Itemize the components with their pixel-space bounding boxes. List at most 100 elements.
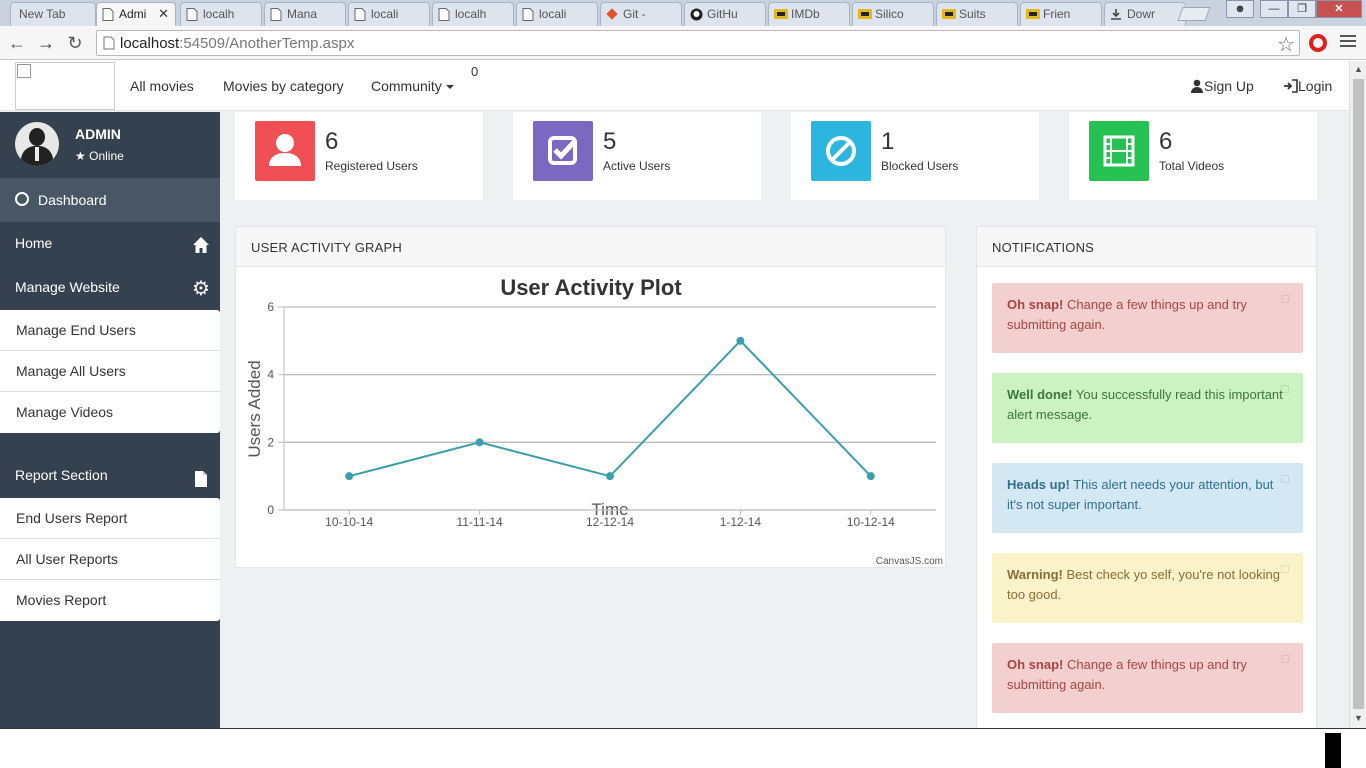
scroll-up-icon[interactable]: ▲ xyxy=(1350,64,1366,74)
sidebar-item-home[interactable]: Home xyxy=(0,222,220,266)
browser-tabstrip: New Tab Admi ✕ localh Mana locali localh locali… xyxy=(0,0,1366,26)
imdb-icon xyxy=(858,8,872,21)
imdb-icon xyxy=(942,8,956,21)
close-window-icon[interactable]: ✕ xyxy=(1316,0,1362,18)
browser-tab[interactable]: GitHu xyxy=(684,2,766,26)
dismiss-icon[interactable] xyxy=(1281,565,1289,573)
sidebar-item-dashboard[interactable]: Dashboard xyxy=(0,178,220,222)
address-bar[interactable]: localhost:54509/AnotherTemp.aspx ☆ xyxy=(96,30,1300,56)
opera-extension-icon[interactable] xyxy=(1309,34,1327,52)
imdb-icon xyxy=(1026,8,1040,21)
page-scrollbar[interactable]: ▲ ▼ xyxy=(1349,61,1366,728)
chart-x-tick-label: 10-12-14 xyxy=(847,515,895,529)
back-icon[interactable]: ← xyxy=(6,32,28,54)
browser-tab[interactable]: localh xyxy=(180,2,262,26)
browser-tab[interactable]: IMDb xyxy=(768,2,850,26)
tab-title: localh xyxy=(455,7,487,21)
stat-card-active-users[interactable]: 5 Active Users xyxy=(513,112,761,200)
nav-login[interactable]: Login xyxy=(1283,78,1332,94)
sidebar-item-report-section[interactable]: Report Section xyxy=(0,454,220,498)
stat-card-total-videos[interactable]: 6 Total Videos xyxy=(1069,112,1317,200)
browser-tab[interactable]: Mana xyxy=(264,2,346,26)
tab-title: GitHu xyxy=(707,7,738,21)
alert-title: Oh snap! xyxy=(1007,657,1064,672)
reload-icon[interactable]: ↻ xyxy=(64,32,86,54)
scrollbar-thumb[interactable] xyxy=(1353,79,1364,709)
alert-title: Oh snap! xyxy=(1007,297,1064,312)
page-icon xyxy=(270,8,282,21)
browser-tab[interactable]: Admi ✕ xyxy=(96,2,176,26)
sidebar-item-manage-website[interactable]: Manage Website ⚙ xyxy=(0,266,220,310)
bottom-strip xyxy=(0,728,1366,768)
caret-down-icon xyxy=(445,85,454,90)
sign-up-label: Sign Up xyxy=(1204,78,1254,94)
user-activity-panel: USER ACTIVITY GRAPH User Activity Plot T… xyxy=(235,226,946,568)
github-icon xyxy=(690,8,703,21)
nav-community-dropdown[interactable]: Community xyxy=(371,78,454,94)
user-profile: ADMIN ★ Online xyxy=(0,112,220,178)
nav-sign-up[interactable]: Sign Up xyxy=(1190,78,1254,94)
status-label: Online xyxy=(89,149,124,163)
user-icon xyxy=(269,134,301,166)
chart-data-point xyxy=(736,336,745,345)
tab-title: Admi xyxy=(119,7,147,21)
sidebar-item-movies-report[interactable]: Movies Report xyxy=(0,580,220,621)
film-icon xyxy=(1103,135,1135,167)
user-icon xyxy=(1191,79,1203,93)
chart-x-tick-label: 12-12-14 xyxy=(586,515,634,529)
chart-y-tick-label: 4 xyxy=(267,368,274,382)
site-logo[interactable] xyxy=(15,62,115,110)
new-tab-button[interactable] xyxy=(1177,7,1211,21)
sidebar-item-manage-videos[interactable]: Manage Videos xyxy=(0,392,220,433)
dismiss-icon[interactable] xyxy=(1281,295,1289,303)
page-icon xyxy=(186,8,198,21)
home-label: Home xyxy=(15,235,53,251)
stat-card-blocked-users[interactable]: 1 Blocked Users xyxy=(791,112,1039,200)
chart-data-point xyxy=(606,472,614,481)
forward-icon[interactable]: → xyxy=(35,32,57,54)
browser-tab[interactable]: localh xyxy=(432,2,514,26)
browser-tab[interactable]: Git - xyxy=(600,2,682,26)
sidebar-item-manage-all-users[interactable]: Manage All Users xyxy=(0,351,220,392)
minimize-icon[interactable]: — xyxy=(1260,0,1288,18)
tab-close-icon[interactable]: ✕ xyxy=(158,6,169,22)
sidebar-item-all-user-reports[interactable]: All User Reports xyxy=(0,539,220,580)
stat-card-registered-users[interactable]: 6 Registered Users xyxy=(235,112,483,200)
stat-icon-box xyxy=(1089,121,1149,181)
stat-value: 1 xyxy=(881,128,895,155)
sidebar-item-end-users-report[interactable]: End Users Report xyxy=(0,498,220,539)
user-activity-chart: User Activity Plot Time Users Added 0246… xyxy=(245,275,943,567)
url-path: :54509/AnotherTemp.aspx xyxy=(179,35,355,52)
maximize-icon[interactable]: ❐ xyxy=(1288,0,1316,18)
nav-movies-by-category[interactable]: Movies by category xyxy=(223,78,344,94)
browser-tab[interactable]: Dowr xyxy=(1104,2,1186,26)
bookmark-star-icon[interactable]: ☆ xyxy=(1277,32,1295,57)
alert-message: Oh snap! Change a few things up and try … xyxy=(992,643,1303,713)
stat-icon-box xyxy=(533,121,593,181)
chart-data-point xyxy=(475,438,484,447)
dismiss-icon[interactable] xyxy=(1281,475,1289,483)
browser-tab[interactable]: locali xyxy=(348,2,430,26)
chart-data-point xyxy=(866,472,875,481)
browser-tab[interactable]: Frien xyxy=(1020,2,1102,26)
browser-tab[interactable]: locali xyxy=(516,2,598,26)
star-icon: ★ xyxy=(75,149,86,163)
dismiss-icon[interactable] xyxy=(1281,655,1289,663)
chart-credit[interactable]: CanvasJS.com xyxy=(876,556,943,567)
browser-tab[interactable]: New Tab xyxy=(10,2,96,26)
profile-icon[interactable]: ☻ xyxy=(1226,0,1254,18)
sidebar-item-manage-end-users[interactable]: Manage End Users xyxy=(0,310,220,351)
tab-title: Suits xyxy=(959,7,986,21)
alert-message: Oh snap! Change a few things up and try … xyxy=(992,283,1303,353)
dismiss-icon[interactable] xyxy=(1281,385,1289,393)
manage-submenu: Manage End Users Manage All Users Manage… xyxy=(0,310,220,433)
tab-title: locali xyxy=(539,7,567,21)
browser-tab[interactable]: Silico xyxy=(852,2,934,26)
broken-image-icon xyxy=(17,64,31,78)
nav-all-movies[interactable]: All movies xyxy=(130,78,194,94)
browser-tab[interactable]: Suits xyxy=(936,2,1018,26)
alert-title: Well done! xyxy=(1007,387,1073,402)
scroll-down-icon[interactable]: ▼ xyxy=(1350,713,1366,723)
browser-menu-icon[interactable] xyxy=(1340,35,1356,50)
chart-y-tick-label: 0 xyxy=(267,503,274,517)
